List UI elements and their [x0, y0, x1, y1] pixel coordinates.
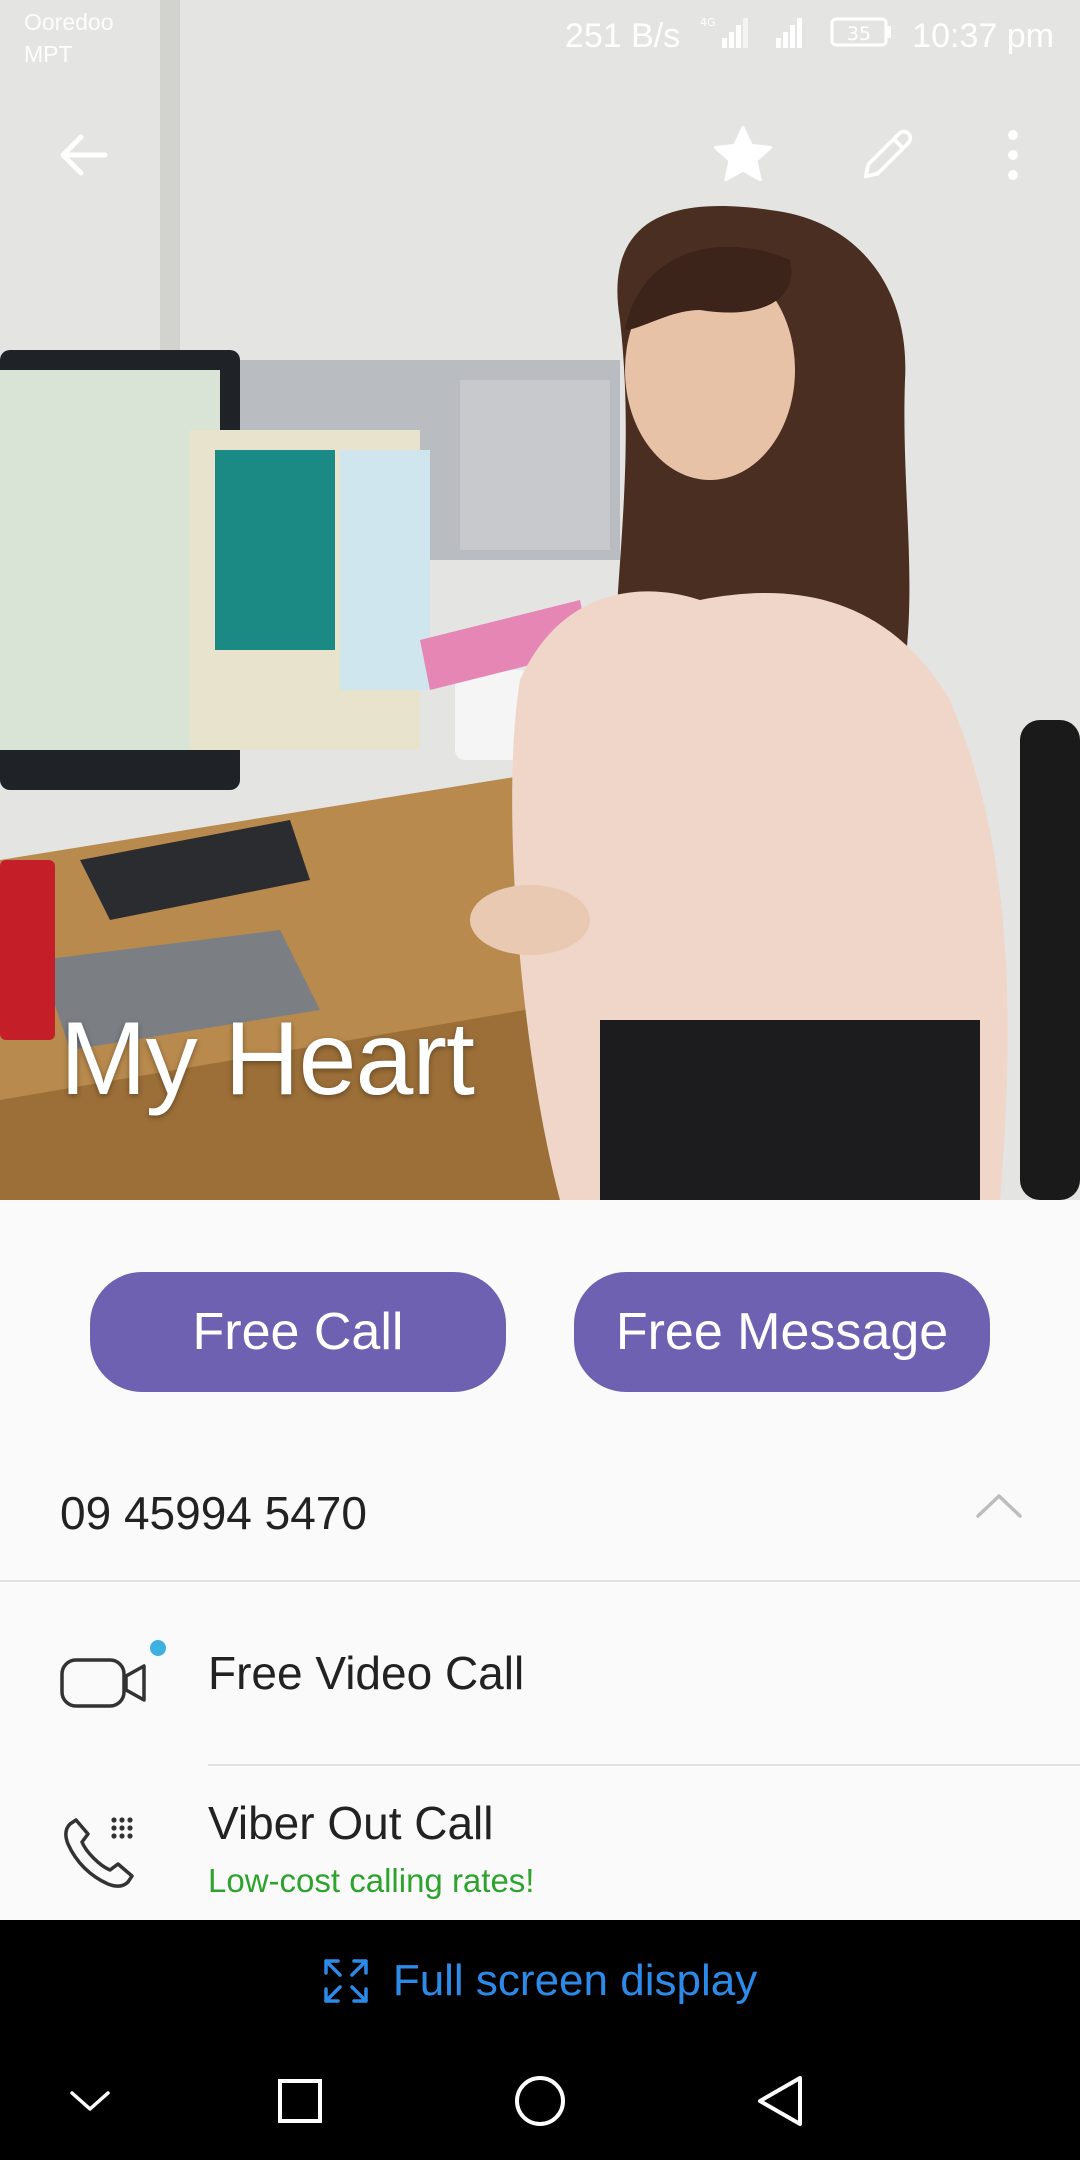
carrier-line-1: Ooredoo	[24, 9, 114, 35]
free-video-call-label: Free Video Call	[208, 1647, 525, 1699]
signal-icon	[772, 14, 812, 59]
status-indicators: 251 B/s 4G 35 10:37 pm	[565, 14, 1054, 59]
primary-actions: Free Call Free Message	[0, 1272, 1080, 1392]
battery-level: 35	[847, 23, 871, 45]
arrow-left-icon	[60, 134, 108, 176]
more-options-button[interactable]	[968, 110, 1058, 200]
contact-name: My Heart	[60, 1001, 475, 1117]
network-speed: 251 B/s	[564, 17, 681, 55]
circle-icon	[515, 2076, 565, 2126]
contact-photo: Ooredoo MPT 251 B/s 4G 35 10:37 pm My He…	[0, 0, 1080, 1200]
free-message-button[interactable]: Free Message	[574, 1272, 990, 1392]
system-navigation-bar	[0, 2042, 1080, 2160]
viber-out-call-label: Viber Out Call	[208, 1797, 494, 1849]
triangle-back-icon	[758, 2076, 802, 2126]
status-bar: Ooredoo MPT 251 B/s 4G 35 10:37 pm	[0, 0, 1080, 78]
phone-number: 09 45994 5470	[60, 1487, 367, 1539]
pencil-icon	[863, 129, 913, 179]
new-feature-badge	[150, 1640, 166, 1656]
clock: 10:37 pm	[912, 17, 1054, 55]
full-screen-display-label: Full screen display	[392, 1956, 758, 2005]
battery-icon: 35	[830, 14, 894, 59]
more-vertical-icon	[1008, 130, 1018, 180]
signal-4g-icon: 4G	[698, 14, 754, 59]
free-call-label: Free Call	[192, 1303, 404, 1361]
favorite-button[interactable]	[698, 110, 788, 200]
carrier-info: Ooredoo MPT	[24, 6, 114, 70]
phone-number-row[interactable]: 09 45994 5470	[0, 1462, 1080, 1582]
viber-out-call-row[interactable]: Viber Out Call Low-cost calling rates!	[0, 1766, 1080, 1920]
video-camera-icon	[60, 1640, 166, 1708]
phone-dialpad-icon	[64, 1817, 134, 1888]
chevron-down-icon	[70, 2091, 110, 2111]
viber-out-call-subtitle: Low-cost calling rates!	[208, 1862, 535, 1899]
free-call-button[interactable]: Free Call	[90, 1272, 506, 1392]
free-message-label: Free Message	[615, 1303, 949, 1361]
contact-details: Free Call Free Message 09 45994 5470 Fre…	[0, 1200, 1080, 1920]
toolbar	[0, 110, 1080, 200]
home-button[interactable]	[495, 2056, 585, 2146]
full-screen-display-button[interactable]: Full screen display	[0, 1920, 1080, 2042]
free-video-call-row[interactable]: Free Video Call	[0, 1584, 1080, 1764]
back-button[interactable]	[38, 110, 128, 200]
back-nav-button[interactable]	[735, 2056, 825, 2146]
edit-button[interactable]	[842, 110, 932, 200]
chevron-up-icon[interactable]	[974, 1490, 1024, 1520]
recents-button[interactable]	[255, 2056, 345, 2146]
square-icon	[278, 2079, 322, 2123]
expand-icon	[324, 1959, 368, 2003]
star-icon	[713, 125, 773, 182]
network-badge-text: 4G	[700, 16, 716, 29]
hide-nav-button[interactable]	[45, 2056, 135, 2146]
carrier-line-2: MPT	[24, 41, 73, 67]
